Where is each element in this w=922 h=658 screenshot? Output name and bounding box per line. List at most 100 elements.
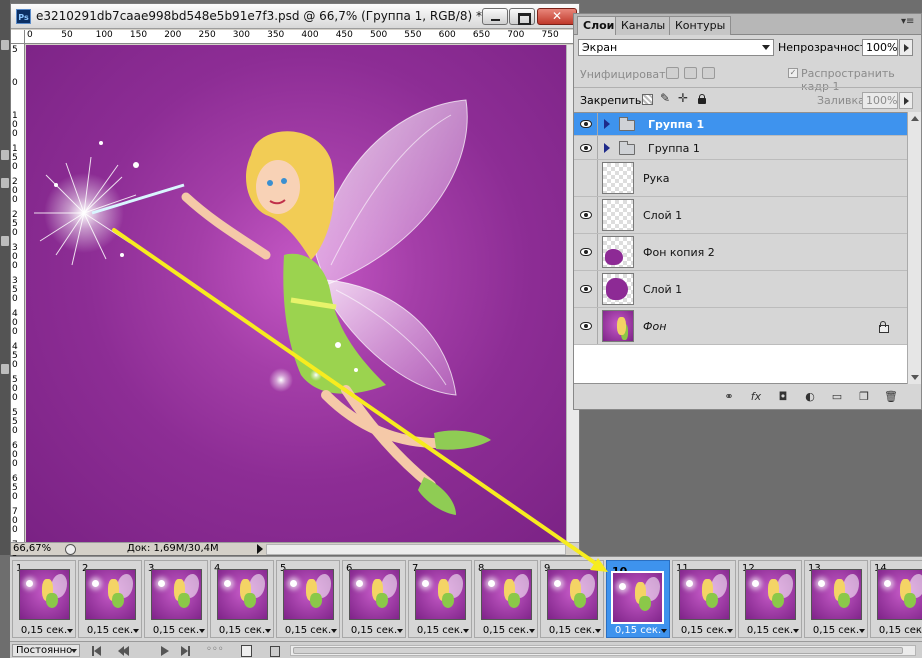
animation-frame[interactable]: 30,15 сек. — [144, 560, 208, 638]
layer-row-group-1-selected[interactable]: Группа 1 — [574, 113, 907, 136]
animation-frame[interactable]: 10,15 сек. — [12, 560, 76, 638]
layer-row-layer-1[interactable]: Слой 1 — [574, 197, 907, 234]
play-button[interactable] — [156, 644, 172, 657]
animation-frame[interactable]: 50,15 сек. — [276, 560, 340, 638]
frame-delay[interactable]: 0,15 сек. — [739, 625, 801, 636]
tab-channels[interactable]: Каналы — [615, 16, 672, 35]
fx-icon[interactable]: fx — [749, 391, 763, 404]
frame-delay[interactable]: 0,15 сек. — [607, 625, 669, 636]
layers-scrollbar[interactable] — [907, 112, 921, 384]
minimize-button[interactable] — [482, 8, 508, 25]
chevron-down-icon[interactable] — [529, 629, 535, 633]
animation-frame-selected[interactable]: 100,15 сек. — [606, 560, 670, 638]
duplicate-frame-icon[interactable] — [238, 644, 254, 657]
new-layer-icon[interactable]: ❐ — [857, 391, 871, 404]
link-icon[interactable]: ⚭ — [722, 391, 736, 404]
frame-delay[interactable]: 0,15 сек. — [343, 625, 405, 636]
animation-frame[interactable]: 110,15 сек. — [672, 560, 736, 638]
first-frame-button[interactable] — [90, 644, 106, 657]
panel-menu-icon[interactable] — [901, 16, 915, 29]
tab-layers[interactable]: Слои — [577, 16, 621, 35]
tool-icon[interactable] — [1, 40, 9, 50]
chevron-down-icon[interactable] — [727, 629, 733, 633]
visibility-toggle[interactable] — [574, 308, 598, 344]
mask-icon[interactable]: ◘ — [776, 391, 790, 404]
layer-row-background-copy-2[interactable]: Фон копия 2 — [574, 234, 907, 271]
animation-frame[interactable]: 140,15 сек. — [870, 560, 922, 638]
layer-row-hand[interactable]: Рука — [574, 160, 907, 197]
lock-transparency-icon[interactable] — [642, 94, 653, 105]
layer-row-layer-1-b[interactable]: Слой 1 — [574, 271, 907, 308]
maximize-button[interactable] — [509, 8, 535, 25]
timeline-scrollbar[interactable] — [290, 645, 916, 656]
image-canvas[interactable] — [26, 45, 566, 542]
tab-paths[interactable]: Контуры — [669, 16, 732, 35]
frame-delay[interactable]: 0,15 сек. — [805, 625, 867, 636]
unify-style-icon[interactable] — [702, 67, 715, 79]
blend-mode-select[interactable]: Экран — [578, 39, 774, 56]
frame-delay[interactable]: 0,15 сек. — [79, 625, 141, 636]
chevron-down-icon[interactable] — [67, 629, 73, 633]
animation-frame[interactable]: 40,15 сек. — [210, 560, 274, 638]
delete-frame-icon[interactable] — [266, 644, 282, 657]
expand-triangle-icon[interactable] — [604, 143, 610, 153]
fill-slider-button[interactable] — [899, 92, 913, 109]
chevron-down-icon[interactable] — [463, 629, 469, 633]
tool-icon[interactable] — [1, 364, 9, 374]
animation-frame[interactable]: 70,15 сек. — [408, 560, 472, 638]
next-frame-button[interactable] — [178, 644, 194, 657]
loop-select[interactable]: Постоянно — [12, 644, 80, 657]
chevron-down-icon[interactable] — [661, 629, 667, 633]
frame-delay[interactable]: 0,15 сек. — [145, 625, 207, 636]
animation-frame[interactable]: 130,15 сек. — [804, 560, 868, 638]
unify-visibility-icon[interactable] — [684, 67, 697, 79]
folder-icon[interactable]: ▭ — [830, 391, 844, 404]
scroll-down-icon[interactable] — [911, 375, 919, 380]
status-icon[interactable] — [65, 544, 76, 555]
chevron-down-icon[interactable] — [793, 629, 799, 633]
tool-icon[interactable] — [1, 236, 9, 246]
animation-frame[interactable]: 80,15 сек. — [474, 560, 538, 638]
chevron-down-icon[interactable] — [595, 629, 601, 633]
lock-pixels-icon[interactable] — [660, 91, 671, 105]
trash-icon[interactable]: 🗑 — [884, 391, 898, 404]
propagate-frame-checkbox[interactable]: ✓ — [788, 68, 798, 78]
document-titlebar[interactable]: Ps e3210291db7caae998bd548e5b91e7f3.psd … — [11, 4, 579, 29]
visibility-toggle[interactable] — [574, 197, 598, 233]
horizontal-scrollbar[interactable] — [266, 544, 566, 555]
layer-row-background[interactable]: Фон — [574, 308, 907, 345]
chevron-down-icon[interactable] — [133, 629, 139, 633]
animation-frame[interactable]: 60,15 сек. — [342, 560, 406, 638]
chevron-down-icon[interactable] — [397, 629, 403, 633]
expand-triangle-icon[interactable] — [604, 119, 610, 129]
chevron-down-icon[interactable] — [331, 629, 337, 633]
status-menu-arrow-icon[interactable] — [257, 544, 263, 554]
frame-delay[interactable]: 0,15 сек. — [475, 625, 537, 636]
chevron-down-icon[interactable] — [199, 629, 205, 633]
zoom-field[interactable]: 66,67% — [13, 543, 51, 555]
animation-frame[interactable]: 90,15 сек. — [540, 560, 604, 638]
frame-delay[interactable]: 0,15 сек. — [541, 625, 603, 636]
tool-icon[interactable] — [1, 150, 9, 160]
scroll-up-icon[interactable] — [911, 116, 919, 121]
fill-field[interactable]: 100% — [862, 92, 898, 109]
adjustment-icon[interactable]: ◐ — [803, 391, 817, 404]
scrollbar-thumb[interactable] — [293, 647, 903, 654]
unify-position-icon[interactable] — [666, 67, 679, 79]
visibility-toggle[interactable] — [574, 160, 598, 196]
animation-frame[interactable]: 120,15 сек. — [738, 560, 802, 638]
previous-frame-button[interactable] — [118, 644, 134, 657]
opacity-slider-button[interactable] — [899, 39, 913, 56]
close-button[interactable]: ✕ — [537, 8, 577, 25]
visibility-toggle[interactable] — [574, 136, 598, 159]
opacity-field[interactable]: 100% — [862, 39, 898, 56]
vertical-ruler[interactable]: 5 0 1 0 0 1 5 0 2 0 0 2 5 0 3 0 0 3 5 0 4 0 0 4 5… — [11, 44, 25, 568]
frame-delay[interactable]: 0,15 сек. — [211, 625, 273, 636]
frame-delay[interactable]: 0,15 сек. — [409, 625, 471, 636]
tween-icon[interactable]: ◦◦◦ — [206, 644, 224, 657]
tool-icon[interactable] — [1, 178, 9, 188]
lock-all-icon[interactable] — [697, 94, 708, 105]
lock-position-icon[interactable] — [678, 91, 689, 105]
chevron-down-icon[interactable] — [265, 629, 271, 633]
frame-delay[interactable]: 0,15 сек. — [277, 625, 339, 636]
